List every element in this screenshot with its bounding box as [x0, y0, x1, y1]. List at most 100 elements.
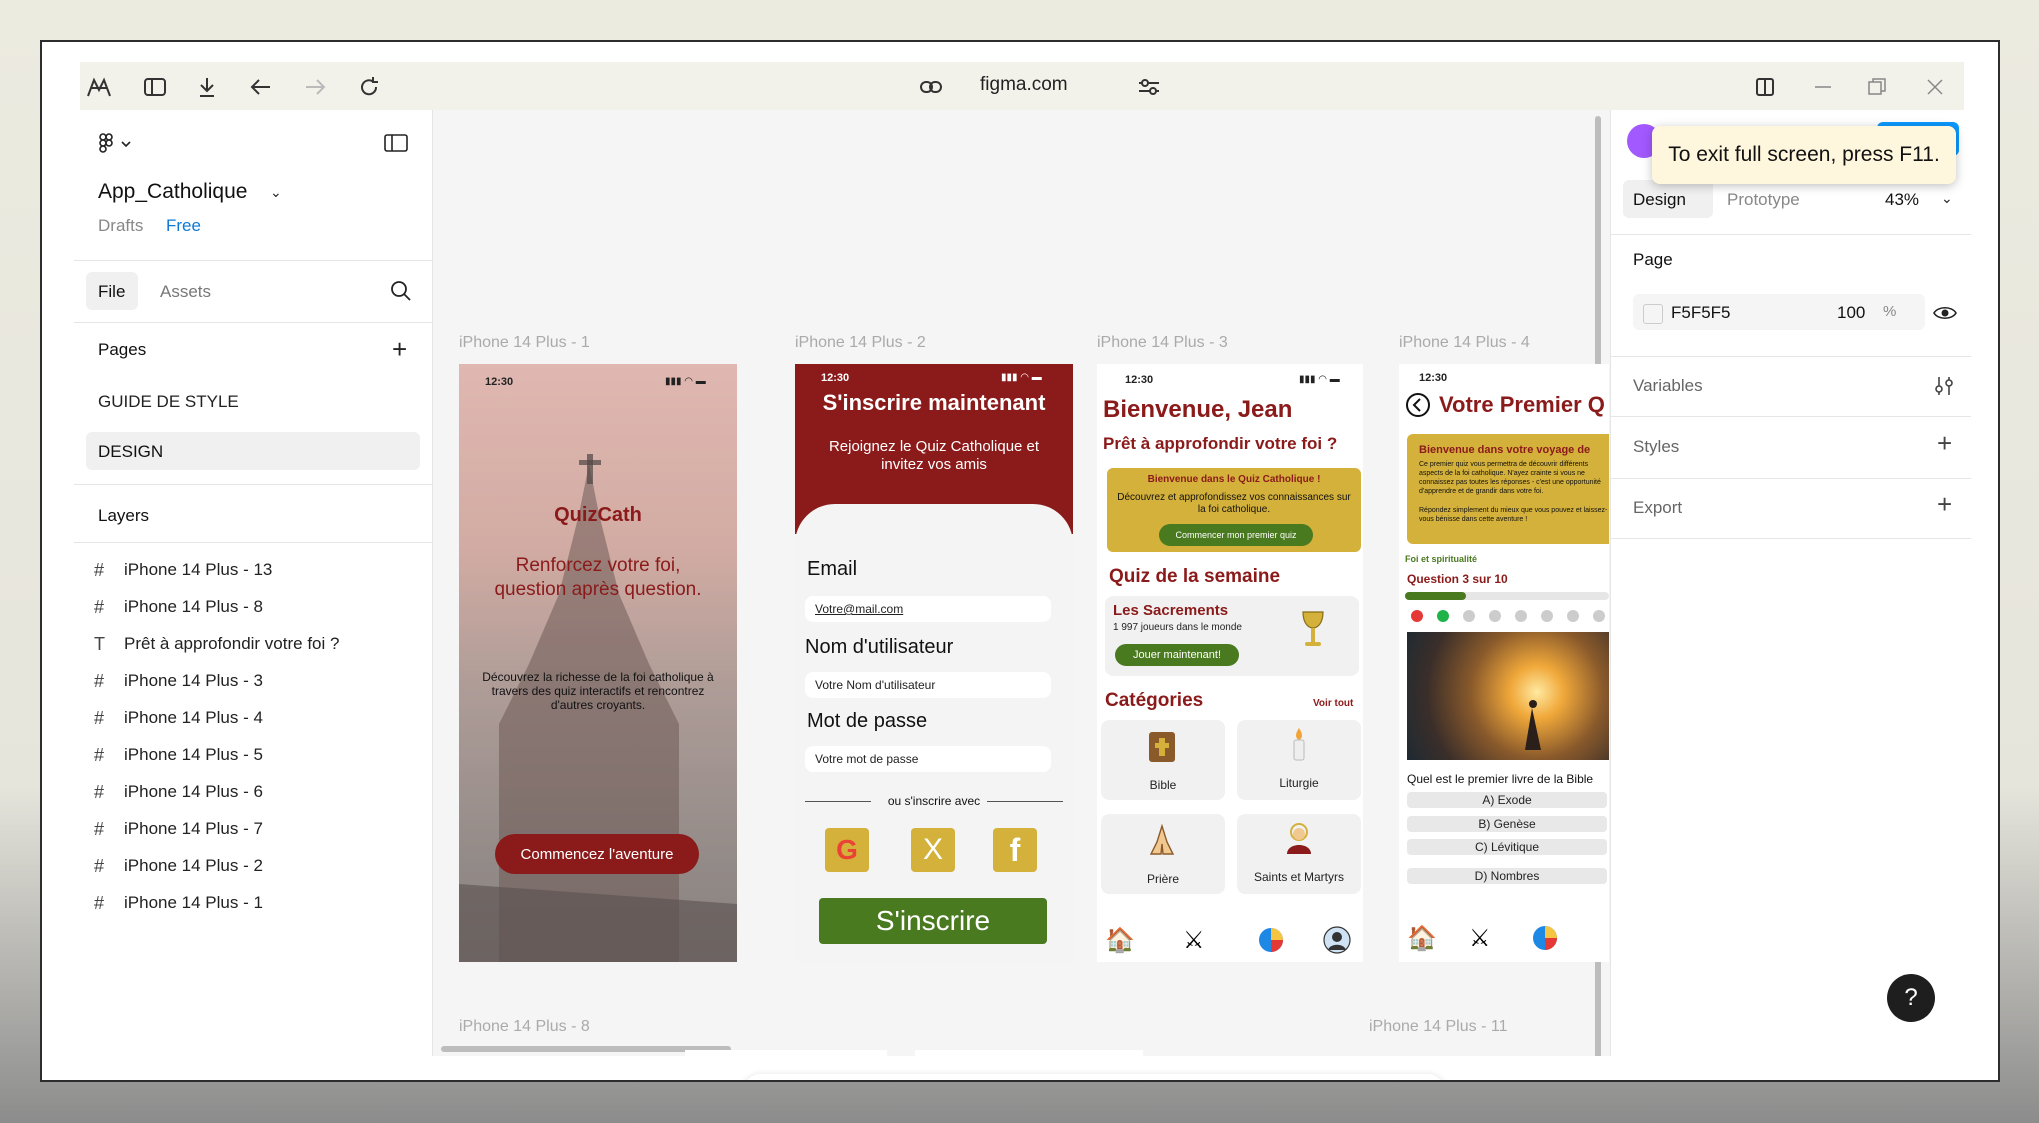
- panel-layout-icon[interactable]: [384, 134, 408, 157]
- help-button[interactable]: ?: [1887, 974, 1935, 1022]
- export-section[interactable]: Export: [1633, 498, 1682, 518]
- username-field[interactable]: Votre Nom d'utilisateur: [805, 672, 1051, 698]
- home-icon[interactable]: 🏠: [1407, 924, 1437, 953]
- frame-layer-icon: #: [94, 818, 105, 839]
- see-all-link[interactable]: Voir tout: [1313, 698, 1353, 709]
- page-item-design[interactable]: DESIGN: [98, 442, 163, 462]
- pie-chart-icon[interactable]: [1257, 926, 1285, 959]
- color-swatch[interactable]: [1643, 304, 1663, 324]
- minimize-icon[interactable]: [1808, 72, 1838, 102]
- swords-icon[interactable]: ⚔: [1469, 924, 1491, 953]
- chalice-icon: [1301, 610, 1325, 655]
- eye-icon[interactable]: [1933, 304, 1957, 327]
- frame-iphone-2[interactable]: 12:30 ▮▮▮ ◠ ▬ S'inscrire maintenant Rejo…: [795, 364, 1073, 962]
- layer-item[interactable]: # iPhone 14 Plus - 6: [94, 772, 263, 812]
- zoom-chevron-icon[interactable]: ⌄: [1941, 190, 1953, 207]
- frame-label-1[interactable]: iPhone 14 Plus - 1: [459, 334, 590, 352]
- candle-icon: [1289, 726, 1309, 767]
- download-icon[interactable]: [192, 72, 222, 102]
- facebook-icon[interactable]: f: [993, 828, 1037, 872]
- start-adventure-button[interactable]: Commencez l'aventure: [495, 834, 699, 874]
- layer-item[interactable]: # iPhone 14 Plus - 7: [94, 809, 263, 849]
- answer-option-a[interactable]: A) Exode: [1407, 792, 1607, 808]
- frame-iphone-4[interactable]: 12:30 Votre Premier Q Bienvenue dans vot…: [1399, 364, 1609, 962]
- styles-section[interactable]: Styles: [1633, 437, 1679, 457]
- url-text[interactable]: figma.com: [980, 74, 1068, 96]
- figma-menu-icon[interactable]: [98, 132, 134, 161]
- frame-label-11[interactable]: iPhone 14 Plus - 11: [1369, 1018, 1507, 1036]
- frame-label-3[interactable]: iPhone 14 Plus - 3: [1097, 334, 1228, 352]
- file-location[interactable]: Drafts: [98, 216, 143, 236]
- tab-design[interactable]: Design: [1633, 190, 1686, 210]
- start-first-quiz-button[interactable]: Commencer mon premier quiz: [1159, 524, 1313, 546]
- file-name[interactable]: App_Catholique: [98, 180, 247, 204]
- reload-icon[interactable]: [354, 72, 384, 102]
- pie-chart-icon[interactable]: [1531, 924, 1559, 957]
- tab-assets[interactable]: Assets: [160, 282, 211, 302]
- search-icon[interactable]: [390, 280, 412, 307]
- add-export-icon[interactable]: +: [1937, 489, 1952, 520]
- page-opacity[interactable]: 100: [1837, 303, 1865, 323]
- layer-label: iPhone 14 Plus - 3: [124, 671, 263, 690]
- layers-title: Layers: [98, 506, 150, 525]
- variables-settings-icon[interactable]: [1933, 376, 1955, 401]
- play-now-button[interactable]: Jouer maintenant!: [1115, 644, 1239, 666]
- sidebar-toggle-icon[interactable]: [140, 72, 170, 102]
- frame-layer-icon: #: [94, 670, 105, 691]
- chevron-down-icon[interactable]: ⌄: [270, 184, 282, 201]
- variables-section[interactable]: Variables: [1633, 376, 1703, 396]
- layer-label: Prêt à approfondir votre foi ?: [124, 634, 340, 653]
- tab-file[interactable]: File: [98, 282, 125, 302]
- password-field[interactable]: Votre mot de passe: [805, 746, 1051, 772]
- layer-item[interactable]: # iPhone 14 Plus - 3: [94, 661, 263, 701]
- restore-icon[interactable]: [1862, 72, 1892, 102]
- browser-logo-icon[interactable]: [84, 72, 114, 102]
- layer-item[interactable]: T Prêt à approfondir votre foi ?: [94, 624, 339, 664]
- link-icon[interactable]: [916, 72, 946, 102]
- site-settings-icon[interactable]: [1134, 72, 1164, 102]
- header-curve: [795, 504, 1073, 564]
- answer-option-d[interactable]: D) Nombres: [1407, 868, 1607, 884]
- forward-arrow-icon[interactable]: [300, 72, 330, 102]
- page-color-hex[interactable]: F5F5F5: [1671, 303, 1731, 323]
- page-item-guide[interactable]: GUIDE DE STYLE: [98, 392, 239, 412]
- profile-icon[interactable]: [1323, 926, 1351, 959]
- add-page-icon[interactable]: +: [392, 334, 407, 365]
- zoom-level[interactable]: 43%: [1885, 190, 1919, 210]
- split-view-icon[interactable]: [1750, 72, 1780, 102]
- plan-badge[interactable]: Free: [166, 216, 201, 236]
- add-style-icon[interactable]: +: [1937, 428, 1952, 459]
- frame-label-4[interactable]: iPhone 14 Plus - 4: [1399, 334, 1530, 352]
- swords-icon[interactable]: ⚔: [1183, 926, 1205, 955]
- frame-iphone-3[interactable]: 12:30 ▮▮▮ ◠ ▬ Bienvenue, Jean Prêt à app…: [1097, 364, 1363, 962]
- layer-item[interactable]: # iPhone 14 Plus - 2: [94, 846, 263, 886]
- back-arrow-icon[interactable]: [246, 72, 276, 102]
- divider-line-right: [987, 801, 1063, 802]
- figma-app: App_Catholique ⌄ Drafts Free File Assets…: [74, 110, 1971, 1080]
- bottom-toolbar: ⌄ ⌄ ⌄ ⌄: [744, 1074, 1444, 1080]
- frame-iphone-1[interactable]: 12:30 ▮▮▮ ◠ ▬ QuizCath Renforcez votre f…: [459, 364, 737, 962]
- answer-option-c[interactable]: C) Lévitique: [1407, 839, 1607, 855]
- layer-item[interactable]: # iPhone 14 Plus - 4: [94, 698, 263, 738]
- email-label: Email: [807, 558, 858, 580]
- frame-label-2[interactable]: iPhone 14 Plus - 2: [795, 334, 926, 352]
- email-field[interactable]: Votre@mail.com: [805, 596, 1051, 622]
- canvas[interactable]: iPhone 14 Plus - 1 iPhone 14 Plus - 2 iP…: [433, 110, 1610, 1056]
- layer-item[interactable]: # iPhone 14 Plus - 8: [94, 587, 263, 627]
- layer-item[interactable]: # iPhone 14 Plus - 13: [94, 550, 272, 590]
- answer-dot-1: [1411, 610, 1423, 622]
- signup-button[interactable]: S'inscrire: [819, 898, 1047, 944]
- close-window-icon[interactable]: [1920, 72, 1950, 102]
- answer-option-b[interactable]: B) Genèse: [1407, 816, 1607, 832]
- frame-layer-icon: #: [94, 596, 105, 617]
- frame-label-8[interactable]: iPhone 14 Plus - 8: [459, 1018, 590, 1036]
- tab-prototype[interactable]: Prototype: [1727, 190, 1800, 210]
- signup-title: S'inscrire maintenant: [822, 390, 1046, 415]
- layer-item[interactable]: # iPhone 14 Plus - 5: [94, 735, 263, 775]
- google-icon[interactable]: G: [825, 828, 869, 872]
- layer-item[interactable]: # iPhone 14 Plus - 1: [94, 883, 263, 923]
- layer-label: iPhone 14 Plus - 6: [124, 782, 263, 801]
- home-icon[interactable]: 🏠: [1105, 926, 1135, 955]
- x-icon[interactable]: X: [911, 828, 955, 872]
- back-circle-icon[interactable]: [1405, 392, 1431, 423]
